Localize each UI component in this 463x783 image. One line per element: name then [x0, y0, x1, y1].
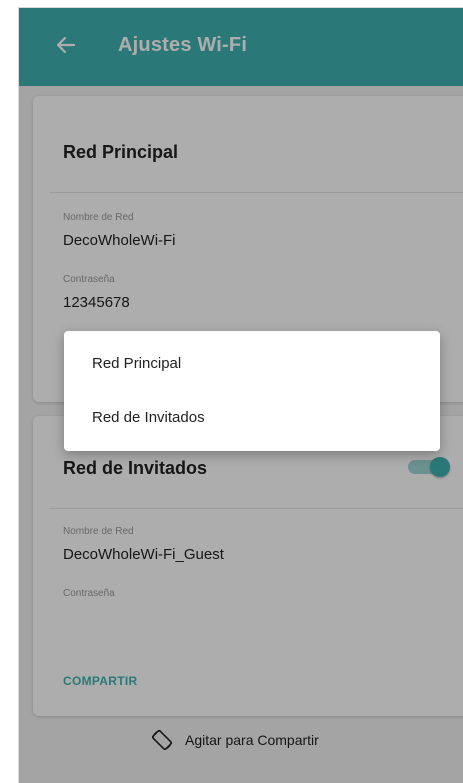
- menu-item-guest-network[interactable]: Red de Invitados: [64, 393, 440, 443]
- menu-item-label: Red Principal: [92, 355, 182, 372]
- menu-item-main-network[interactable]: Red Principal: [64, 339, 440, 389]
- menu-item-label: Red de Invitados: [92, 409, 205, 426]
- network-select-menu: Red Principal Red de Invitados: [64, 331, 440, 451]
- app-screen: Ajustes Wi-Fi Red Principal Nombre de Re…: [18, 7, 463, 783]
